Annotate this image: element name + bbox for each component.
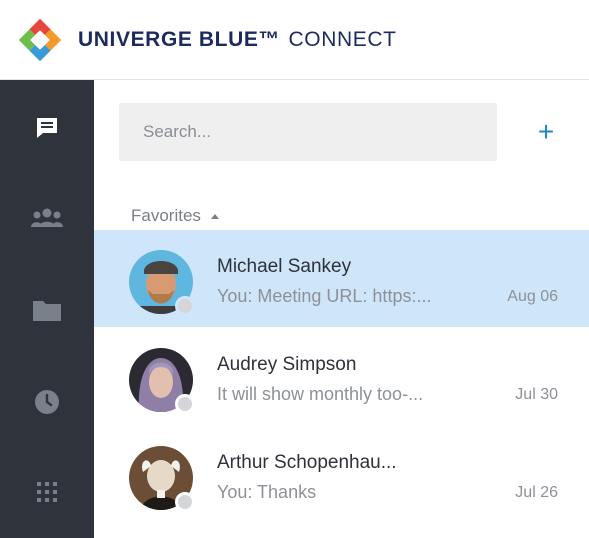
presence-status-dot: [175, 492, 195, 512]
message-date: Jul 26: [515, 484, 558, 501]
search-input[interactable]: [119, 103, 497, 161]
avatar: [129, 446, 195, 512]
presence-status-dot: [175, 394, 195, 414]
avatar: [129, 250, 195, 316]
chat-icon: [37, 118, 57, 138]
message-date: Jul 30: [515, 386, 558, 403]
add-conversation-button[interactable]: +: [532, 118, 560, 146]
sidebar-nav: [0, 80, 94, 538]
message-preview: You: Thanks: [217, 482, 317, 502]
univerge-logo-icon: [18, 18, 62, 62]
contacts-icon: [31, 208, 63, 227]
brand-name-light: CONNECT: [288, 27, 397, 51]
presence-status-dot: [175, 296, 195, 316]
folder-icon: [33, 301, 61, 321]
app-window: UNIVERGE BLUE™ CONNECT Search... + Favor…: [0, 0, 589, 538]
message-date: Aug 06: [507, 288, 558, 305]
clock-icon: [35, 390, 59, 414]
sidebar-item-files[interactable]: [0, 280, 94, 340]
favorites-label: Favorites: [131, 206, 201, 225]
app-title: UNIVERGE BLUE™ CONNECT: [78, 28, 397, 52]
brand-name-bold: UNIVERGE BLUE™: [78, 27, 281, 51]
contact-name: Michael Sankey: [217, 256, 352, 277]
message-preview: It will show monthly too-...: [217, 384, 424, 404]
sidebar-item-contacts[interactable]: [0, 188, 94, 248]
conversation-row[interactable]: Audrey Simpson It will show monthly too-…: [94, 328, 589, 425]
message-preview: You: Meeting URL: https:...: [217, 286, 432, 306]
conversation-list-pane: + Favorites Michael Sankey: [94, 80, 589, 538]
app-header: UNIVERGE BLUE™ CONNECT: [0, 0, 589, 80]
sidebar-item-recents[interactable]: [0, 372, 94, 432]
collapse-caret-icon: [210, 214, 219, 219]
conversation-row[interactable]: Arthur Schopenhau... You: Thanks Jul 26: [94, 426, 589, 523]
apps-grid-icon: [37, 482, 57, 502]
sidebar-item-apps[interactable]: [0, 462, 94, 522]
contact-name: Arthur Schopenhau...: [217, 452, 397, 473]
conversation-row[interactable]: Michael Sankey You: Meeting URL: https:.…: [94, 230, 589, 327]
avatar: [129, 348, 195, 414]
sidebar-item-chat[interactable]: [0, 98, 94, 158]
contact-name: Audrey Simpson: [217, 354, 357, 375]
favorites-section-header[interactable]: Favorites: [131, 206, 219, 226]
